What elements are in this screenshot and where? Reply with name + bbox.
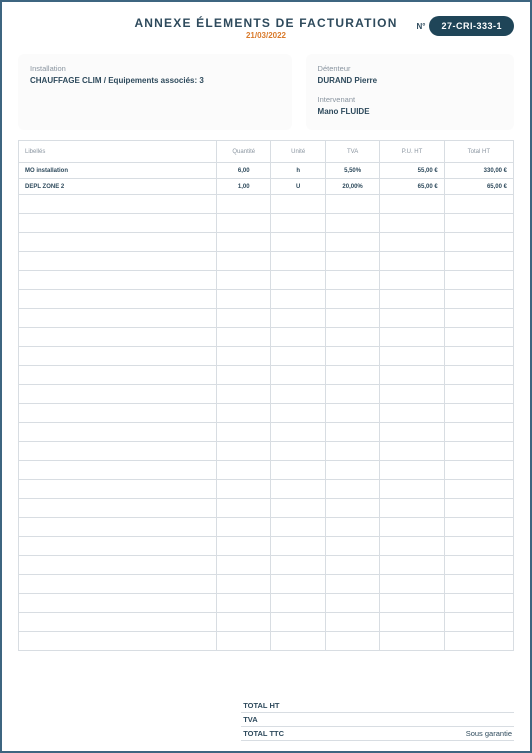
table-row-empty [19, 309, 514, 328]
table-row-empty [19, 347, 514, 366]
cell-qty: 6,00 [217, 163, 271, 179]
cell-total: 65,00 € [444, 179, 513, 195]
table-row-empty [19, 252, 514, 271]
installation-card: Installation CHAUFFAGE CLIM / Equipement… [18, 54, 292, 130]
header-right: N° 27-CRI-333-1 [416, 16, 514, 36]
totals-block: TOTAL HT TVA TOTAL TTC Sous garantie [18, 699, 514, 741]
col-total: Total HT [444, 141, 513, 163]
installation-label: Installation [30, 64, 280, 73]
cell-tva: 20,00% [325, 179, 379, 195]
header-center: ANNEXE ÉLEMENTS DE FACTURATION 21/03/202… [134, 16, 397, 40]
table-row-empty [19, 594, 514, 613]
cell-pu: 55,00 € [380, 163, 444, 179]
table-row-empty [19, 385, 514, 404]
doc-id-pill: 27-CRI-333-1 [429, 16, 514, 36]
total-ttc-line: TOTAL TTC Sous garantie [241, 727, 514, 741]
holder-label: Détenteur [318, 64, 502, 73]
col-pu: P.U. HT [380, 141, 444, 163]
table-row-empty [19, 499, 514, 518]
table-row-empty [19, 632, 514, 651]
cell-pu: 65,00 € [380, 179, 444, 195]
cell-unit: U [271, 179, 325, 195]
table-row-empty [19, 328, 514, 347]
doc-number-label: N° [416, 22, 425, 31]
table-row-empty [19, 233, 514, 252]
total-ttc-value: Sous garantie [466, 729, 512, 738]
table-row-empty [19, 518, 514, 537]
table-row-empty [19, 214, 514, 233]
table-row-empty [19, 442, 514, 461]
holder-operator-card: Détenteur DURAND Pierre Intervenant Mano… [306, 54, 514, 130]
holder-value: DURAND Pierre [318, 76, 502, 85]
table-row: DEPL ZONE 21,00U20,00%65,00 €65,00 € [19, 179, 514, 195]
total-ht-line: TOTAL HT [241, 699, 514, 713]
table-header-row: Libellés Quantité Unité TVA P.U. HT Tota… [19, 141, 514, 163]
cell-label: MO installation [19, 163, 217, 179]
info-row: Installation CHAUFFAGE CLIM / Equipement… [18, 54, 514, 130]
cell-tva: 5,50% [325, 163, 379, 179]
cell-qty: 1,00 [217, 179, 271, 195]
page-date: 21/03/2022 [134, 31, 397, 40]
invoice-annex-page: ANNEXE ÉLEMENTS DE FACTURATION 21/03/202… [0, 0, 532, 753]
table-row-empty [19, 366, 514, 385]
cell-label: DEPL ZONE 2 [19, 179, 217, 195]
col-unit: Unité [271, 141, 325, 163]
installation-value: CHAUFFAGE CLIM / Equipements associés: 3 [30, 76, 280, 85]
billing-table: Libellés Quantité Unité TVA P.U. HT Tota… [18, 140, 514, 651]
header: ANNEXE ÉLEMENTS DE FACTURATION 21/03/202… [18, 16, 514, 40]
total-ht-label: TOTAL HT [243, 701, 279, 710]
table-row-empty [19, 613, 514, 632]
table-row: MO installation6,00h5,50%55,00 €330,00 € [19, 163, 514, 179]
billing-table-wrap: Libellés Quantité Unité TVA P.U. HT Tota… [18, 140, 514, 693]
table-row-empty [19, 271, 514, 290]
table-row-empty [19, 575, 514, 594]
col-label: Libellés [19, 141, 217, 163]
table-row-empty [19, 290, 514, 309]
table-row-empty [19, 556, 514, 575]
table-body: MO installation6,00h5,50%55,00 €330,00 €… [19, 163, 514, 651]
total-tva-label: TVA [243, 715, 257, 724]
table-row-empty [19, 195, 514, 214]
cell-total: 330,00 € [444, 163, 513, 179]
total-tva-line: TVA [241, 713, 514, 727]
cell-unit: h [271, 163, 325, 179]
operator-value: Mano FLUIDE [318, 107, 502, 116]
col-qty: Quantité [217, 141, 271, 163]
table-row-empty [19, 423, 514, 442]
col-tva: TVA [325, 141, 379, 163]
page-title: ANNEXE ÉLEMENTS DE FACTURATION [134, 16, 397, 30]
table-row-empty [19, 404, 514, 423]
total-ttc-label: TOTAL TTC [243, 729, 284, 738]
table-row-empty [19, 480, 514, 499]
table-row-empty [19, 461, 514, 480]
operator-label: Intervenant [318, 95, 502, 104]
table-row-empty [19, 537, 514, 556]
